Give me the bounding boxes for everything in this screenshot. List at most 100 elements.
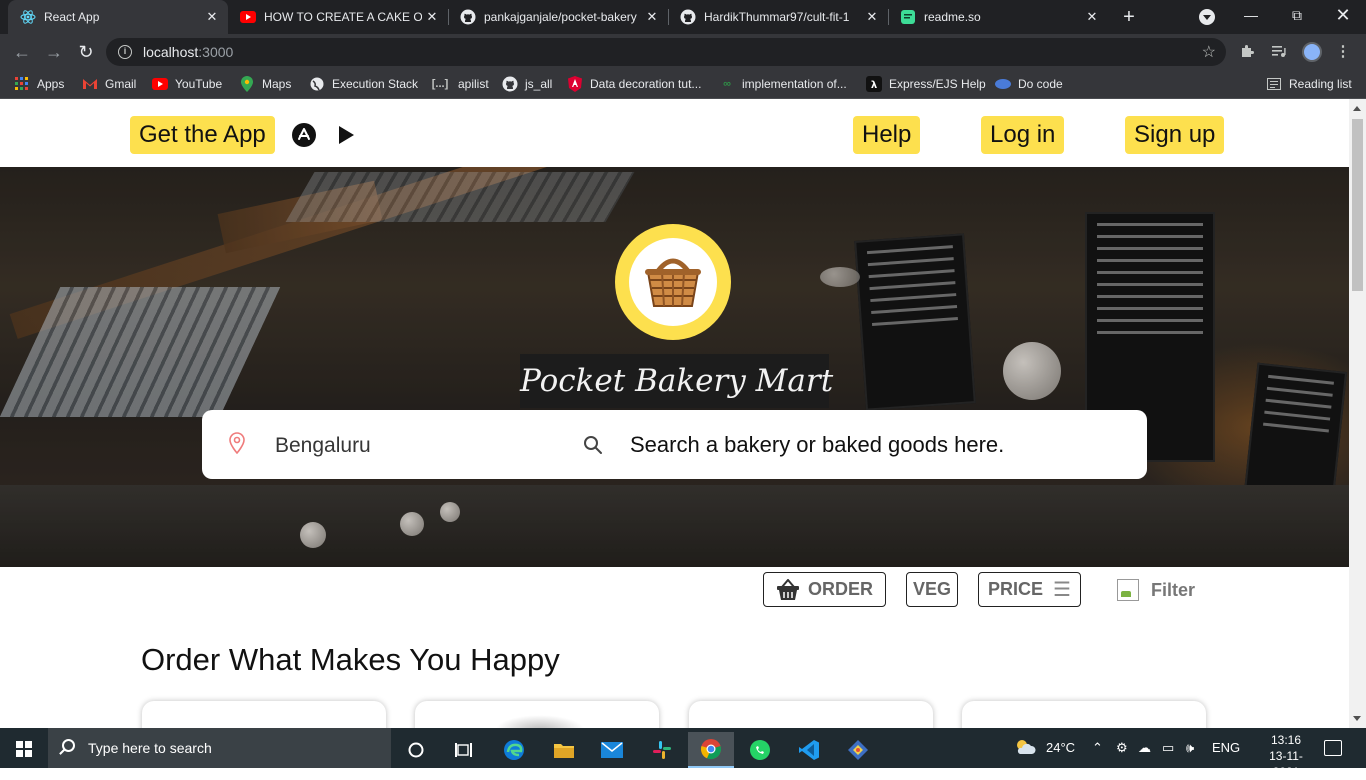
tab-title: pankajganjale/pocket-bakery (484, 10, 637, 24)
tab-readme-so[interactable]: readme.so ✕ (888, 0, 1108, 34)
forward-arrow-icon[interactable]: → (44, 42, 64, 62)
reload-icon[interactable]: ↻ (76, 42, 96, 62)
clock-time: 13:16 (1270, 733, 1302, 747)
system-clock[interactable]: 13:16 13-11-2021 (1258, 732, 1314, 780)
bookmark-star-icon[interactable]: ☆ (1202, 42, 1216, 62)
basket-icon (776, 578, 800, 601)
taskbar-search[interactable]: Type here to search (48, 728, 391, 768)
profile-avatar[interactable] (1302, 42, 1322, 62)
price-filter-button[interactable]: PRICE ☰ (978, 572, 1081, 607)
task-view-icon[interactable] (441, 732, 487, 768)
reading-list-icon (1266, 76, 1282, 92)
new-tab-button[interactable]: + (1118, 6, 1140, 28)
veg-filter-button[interactable]: VEG (906, 572, 958, 607)
chrome-icon[interactable] (688, 732, 734, 768)
bookmark-label: Express/EJS Help (889, 77, 986, 91)
hero-banner: Pocket Bakery Mart Bengaluru Search a ba… (0, 167, 1349, 567)
language-indicator[interactable]: ENG (1212, 740, 1240, 755)
search-input[interactable]: Search a bakery or baked goods here. (630, 432, 1004, 458)
tab-github-pocket-bakery[interactable]: pankajganjale/pocket-bakery ✕ (448, 0, 668, 34)
tab-youtube[interactable]: HOW TO CREATE A CAKE ORDERING ✕ (228, 0, 448, 34)
bookmark-maps[interactable]: Maps (239, 76, 291, 92)
brand-title: Pocket Bakery Mart (520, 354, 833, 408)
app-store-icon[interactable] (292, 123, 316, 147)
url-port: :3000 (198, 44, 234, 60)
tab-title: readme.so (924, 10, 981, 24)
signup-button[interactable]: Sign up (1125, 116, 1225, 154)
git-kraken-icon[interactable] (835, 732, 881, 768)
close-icon[interactable]: ✕ (202, 9, 222, 25)
broken-image-icon (1117, 579, 1139, 601)
product-card[interactable] (415, 701, 659, 728)
svg-text:λ: λ (871, 80, 878, 91)
network-icon[interactable]: ▭ (1162, 740, 1174, 756)
bookmark-label: Execution Stack (332, 77, 419, 91)
cortana-icon[interactable] (393, 732, 439, 768)
scroll-up-arrow-icon[interactable] (1353, 106, 1361, 111)
product-card[interactable] (689, 701, 933, 728)
play-store-icon[interactable] (339, 126, 354, 144)
onedrive-icon[interactable]: ☁ (1138, 740, 1151, 756)
page-scrollbar[interactable] (1349, 99, 1366, 728)
order-filter-button[interactable]: ORDER (763, 572, 886, 607)
scrollbar-thumb[interactable] (1352, 119, 1363, 291)
login-button[interactable]: Log in (981, 116, 1065, 154)
tab-search-icon[interactable] (1199, 9, 1215, 25)
bookmark-gmail[interactable]: Gmail (82, 76, 136, 92)
bookmark-label: apilist (458, 77, 489, 91)
taskbar-search-placeholder: Type here to search (88, 740, 212, 756)
filter-button[interactable]: Filter (1117, 578, 1195, 602)
mail-icon[interactable] (589, 732, 635, 768)
media-control-icon[interactable] (1270, 43, 1288, 61)
address-bar[interactable]: i localhost:3000 ☆ (106, 38, 1226, 66)
close-window-button[interactable]: ✕ (1320, 0, 1366, 30)
bookmark-js-all[interactable]: js_all (502, 76, 552, 92)
maps-icon (239, 76, 255, 92)
close-icon[interactable]: ✕ (1082, 9, 1102, 25)
close-icon[interactable]: ✕ (642, 9, 662, 25)
tray-app-icon[interactable]: ⚙ (1116, 740, 1128, 756)
vscode-icon[interactable] (786, 732, 832, 768)
help-button[interactable]: Help (853, 116, 921, 154)
weather-temp[interactable]: 24°C (1046, 740, 1075, 755)
reading-list-button[interactable]: Reading list (1266, 76, 1352, 92)
bookmark-apps[interactable]: Apps (14, 76, 64, 92)
bookmark-execution-stack[interactable]: Execution Stack (309, 76, 418, 92)
tab-github-cult-fit[interactable]: HardikThummar97/cult-fit-1 ✕ (668, 0, 888, 34)
file-explorer-icon[interactable] (541, 732, 587, 768)
menu-kebab-icon[interactable]: ⋮ (1334, 43, 1352, 61)
github-icon (502, 76, 518, 92)
whatsapp-icon[interactable] (737, 732, 783, 768)
product-card[interactable] (962, 701, 1206, 728)
tab-react-app[interactable]: React App ✕ (8, 0, 228, 34)
scroll-down-arrow-icon[interactable] (1353, 716, 1361, 721)
bookmark-apilist[interactable]: [...] apilist (429, 76, 489, 92)
back-arrow-icon[interactable]: ← (12, 42, 32, 62)
close-icon[interactable]: ✕ (422, 9, 442, 25)
extensions-puzzle-icon[interactable] (1238, 43, 1256, 61)
weather-icon[interactable] (1014, 738, 1036, 759)
close-icon[interactable]: ✕ (862, 9, 882, 25)
bookmark-do-code[interactable]: Do code (995, 76, 1063, 92)
volume-icon[interactable]: 🕪 (1186, 740, 1194, 756)
edge-icon[interactable] (491, 732, 537, 768)
basket-icon (629, 238, 717, 326)
bookmark-implementation[interactable]: ∞ implementation of... (719, 76, 847, 92)
restore-button[interactable]: ⧉ (1274, 0, 1320, 30)
bookmark-label: implementation of... (742, 77, 847, 91)
windows-start-icon[interactable] (16, 741, 32, 757)
price-label: PRICE (988, 579, 1044, 599)
notification-center-icon[interactable] (1324, 740, 1342, 756)
location-input[interactable]: Bengaluru (275, 434, 371, 458)
minimize-button[interactable]: — (1228, 0, 1274, 30)
bookmark-data-decoration[interactable]: Data decoration tut... (567, 76, 701, 92)
order-label: ORDER (807, 579, 873, 599)
site-info-icon[interactable]: i (118, 45, 132, 59)
product-card[interactable] (142, 701, 386, 728)
get-the-app-button[interactable]: Get the App (130, 116, 275, 154)
bookmark-youtube[interactable]: YouTube (152, 76, 222, 92)
bookmark-express-ejs[interactable]: λ Express/EJS Help (866, 76, 986, 92)
tray-chevron-icon[interactable]: ⌃ (1092, 740, 1103, 756)
slack-icon[interactable] (639, 732, 685, 768)
bookmark-label: Apps (37, 77, 65, 91)
